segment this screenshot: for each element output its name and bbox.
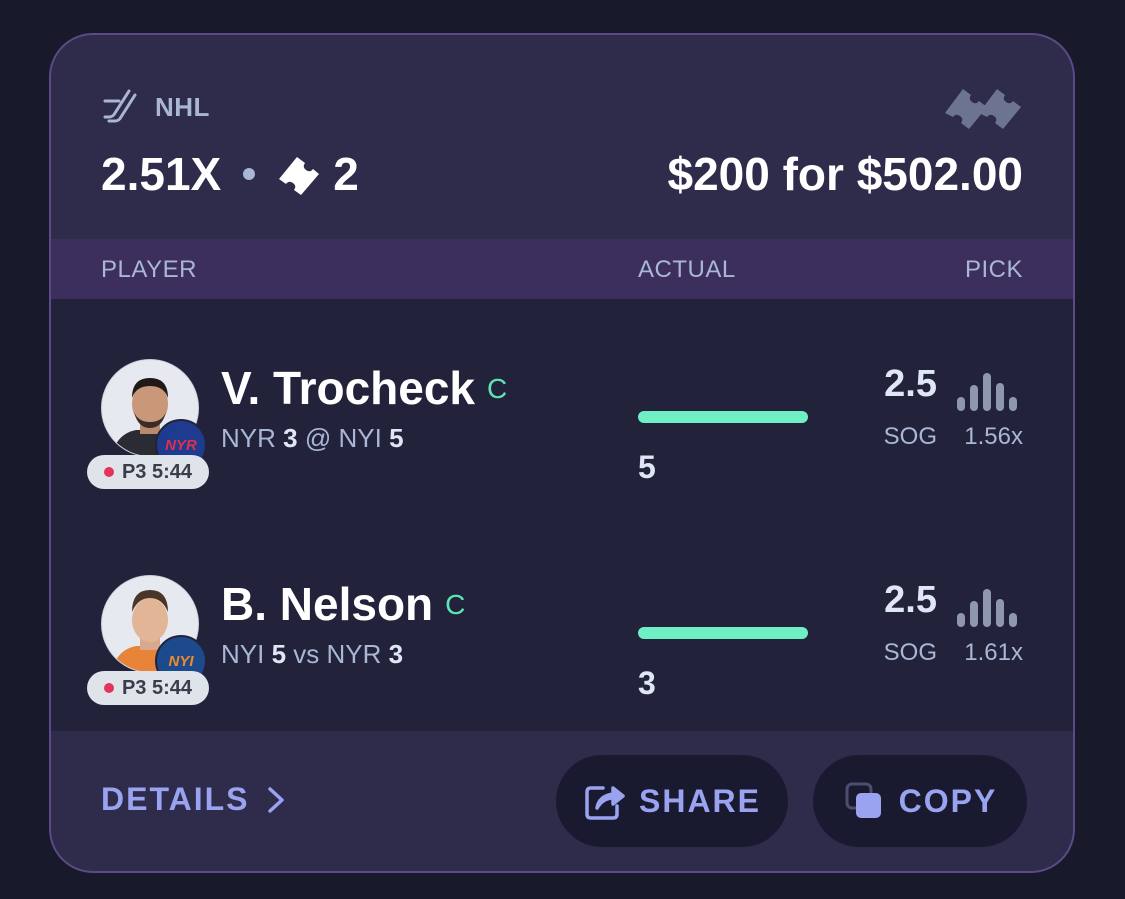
pick-multiplier: 1.56x bbox=[964, 423, 1023, 450]
distribution-bars-icon[interactable] bbox=[957, 587, 1019, 627]
ticket-icon bbox=[279, 157, 320, 195]
column-actual: ACTUAL bbox=[638, 256, 736, 283]
actual-progress-bar bbox=[638, 411, 808, 423]
actual-value: 3 bbox=[638, 665, 656, 701]
matchup-separator: @ bbox=[304, 423, 332, 453]
ticket-count: 2 bbox=[333, 148, 359, 200]
details-link[interactable]: DETAILS bbox=[101, 781, 286, 818]
copy-button[interactable]: COPY bbox=[813, 755, 1027, 847]
actual-progress-bar bbox=[638, 627, 808, 639]
pick-row[interactable]: NYI P3 5:44 B. Nelson C NYI 5 vs NYR 3 3 … bbox=[51, 515, 1073, 731]
share-icon bbox=[585, 786, 625, 820]
matchup-opponent-score: 5 bbox=[389, 423, 404, 453]
entry-multiplier: 2.51X 2 bbox=[101, 147, 359, 201]
matchup-team: NYI bbox=[221, 639, 265, 669]
pick-row[interactable]: NYR P3 5:44 V. Trocheck C NYR 3 @ NYI 5 5… bbox=[51, 299, 1073, 515]
matchup-opponent: NYI bbox=[338, 423, 382, 453]
player-position: C bbox=[487, 373, 508, 404]
league-label: NHL bbox=[155, 91, 210, 122]
matchup: NYR 3 @ NYI 5 bbox=[221, 423, 404, 454]
game-status-badge: P3 5:44 bbox=[87, 671, 209, 705]
pick-stat: SOG bbox=[883, 423, 937, 450]
pick-line: 2.5 bbox=[884, 363, 937, 405]
picks-list: NYR P3 5:44 V. Trocheck C NYR 3 @ NYI 5 5… bbox=[51, 299, 1073, 731]
share-button[interactable]: SHARE bbox=[556, 755, 788, 847]
column-pick: PICK bbox=[964, 256, 1023, 283]
pick-multiplier: 1.61x bbox=[964, 639, 1023, 666]
copy-label: COPY bbox=[898, 782, 998, 819]
card-footer: DETAILS SHARE COPY bbox=[51, 731, 1073, 871]
copy-icon bbox=[845, 782, 881, 818]
live-indicator bbox=[103, 683, 114, 693]
matchup-opponent-score: 3 bbox=[388, 639, 404, 669]
tickets-icon bbox=[945, 89, 1021, 129]
player-avatar: NYI bbox=[101, 575, 207, 687]
player-name-line: B. Nelson C bbox=[221, 577, 465, 631]
player-name: B. Nelson bbox=[221, 578, 434, 630]
payout-text: $200 for $502.00 bbox=[667, 148, 1024, 200]
chevron-right-icon bbox=[267, 786, 284, 813]
hockey-sticks-icon bbox=[103, 89, 137, 123]
details-label: DETAILS bbox=[101, 781, 250, 817]
live-indicator bbox=[103, 467, 114, 477]
entry-card: NHL 2.51X 2 $200 for $502.00 PLAYER ACTU… bbox=[49, 33, 1075, 873]
actual-value: 5 bbox=[638, 449, 656, 485]
game-clock: P3 5:44 bbox=[121, 460, 193, 483]
multiplier-value: 2.51X bbox=[101, 148, 222, 200]
game-status-badge: P3 5:44 bbox=[87, 455, 209, 489]
separator-dot bbox=[243, 168, 256, 180]
league-tag: NHL bbox=[101, 87, 210, 127]
matchup-opponent: NYR bbox=[326, 639, 382, 669]
distribution-bars-icon[interactable] bbox=[957, 371, 1019, 411]
matchup-team-score: 3 bbox=[283, 423, 298, 453]
player-position: C bbox=[445, 589, 466, 620]
game-clock: P3 5:44 bbox=[121, 676, 193, 699]
player-name-line: V. Trocheck C bbox=[221, 361, 507, 415]
share-label: SHARE bbox=[638, 782, 761, 819]
pick-line: 2.5 bbox=[884, 579, 937, 621]
column-header: PLAYER ACTUAL PICK bbox=[51, 239, 1073, 299]
matchup-team: NYR bbox=[221, 423, 276, 453]
card-header: NHL 2.51X 2 $200 for $502.00 bbox=[51, 35, 1073, 239]
matchup-team-score: 5 bbox=[271, 639, 287, 669]
matchup-separator: vs bbox=[293, 639, 320, 669]
player-name: V. Trocheck bbox=[221, 362, 476, 414]
pick-stat: SOG bbox=[883, 639, 937, 666]
matchup: NYI 5 vs NYR 3 bbox=[221, 639, 403, 670]
player-avatar: NYR bbox=[101, 359, 207, 471]
column-player: PLAYER bbox=[101, 256, 197, 283]
